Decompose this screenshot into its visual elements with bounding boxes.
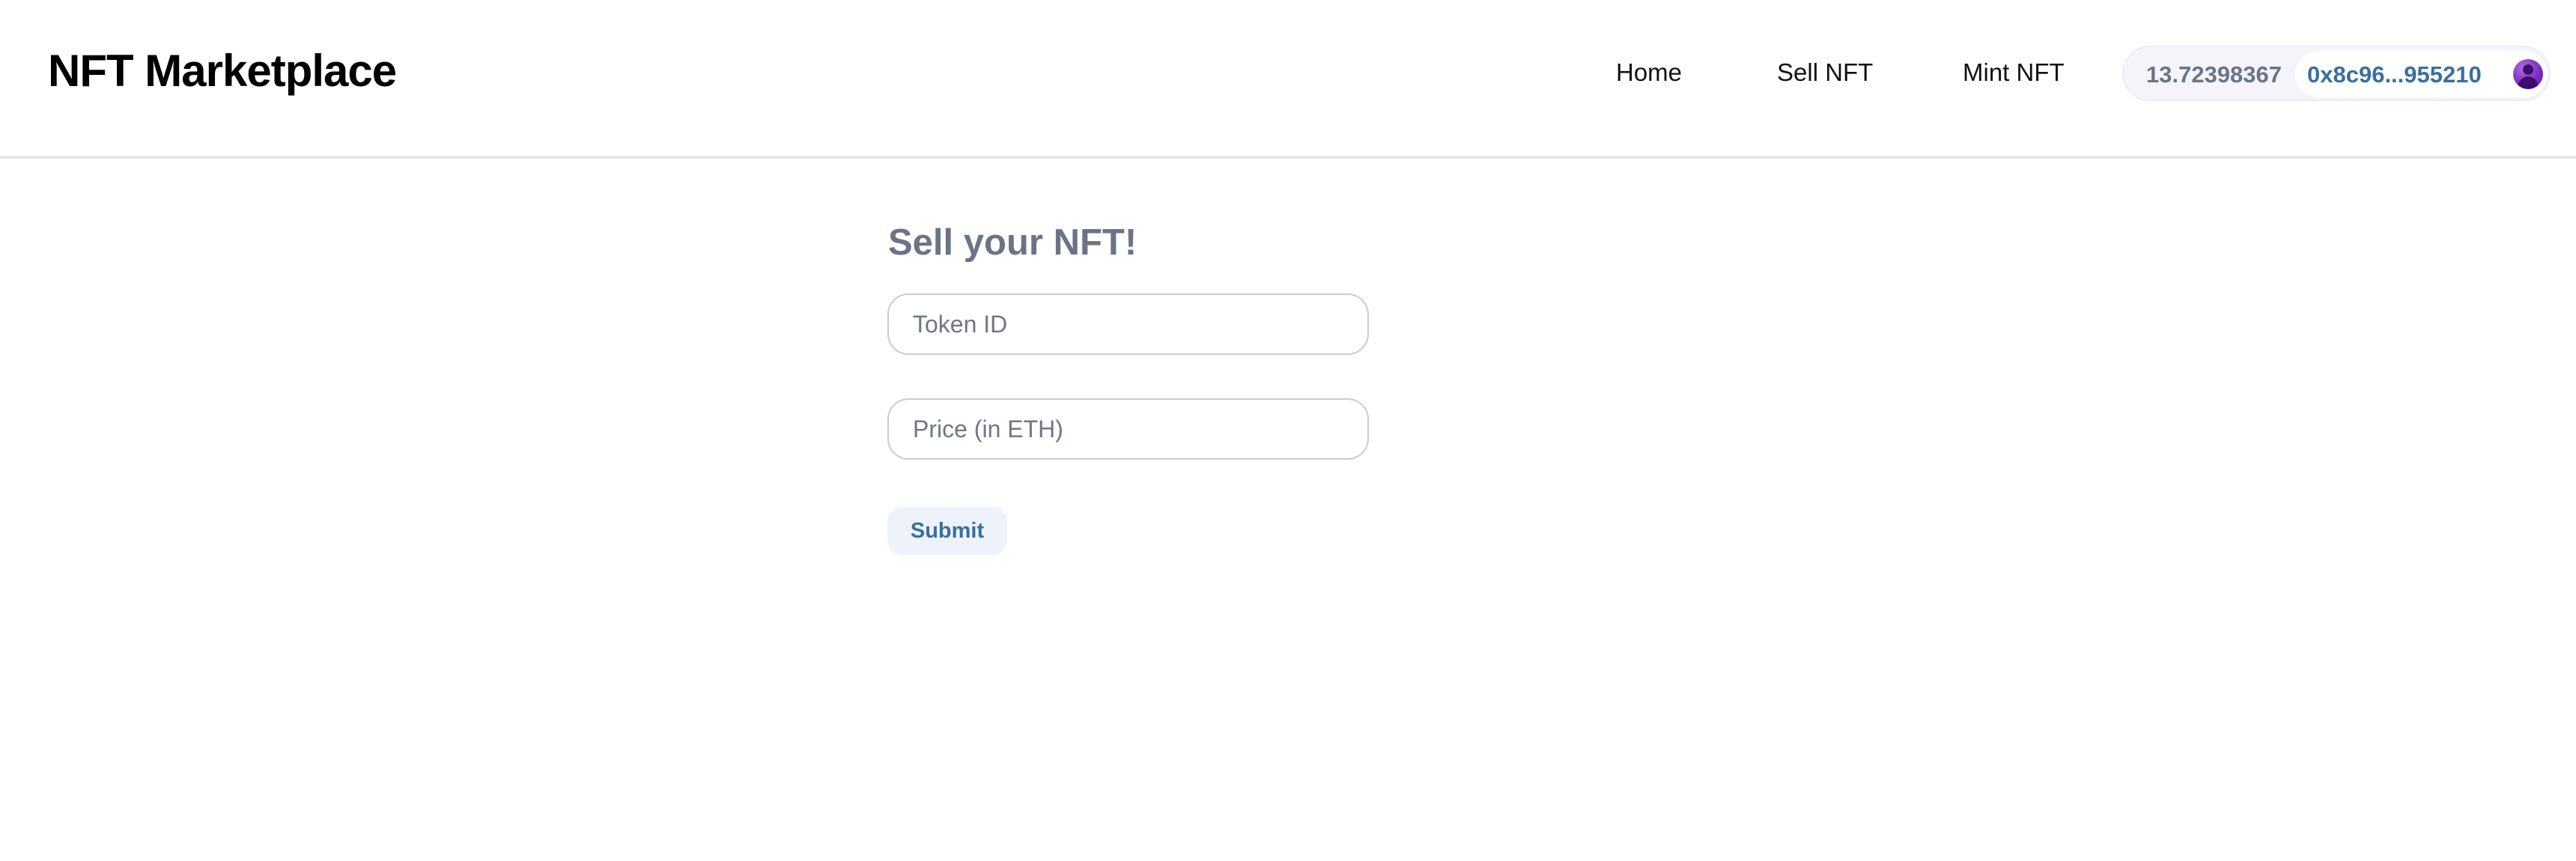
submit-button[interactable]: Submit <box>887 507 1007 555</box>
avatar-body-shape <box>2518 76 2538 89</box>
nav-home-link[interactable]: Home <box>1616 58 1682 87</box>
user-avatar-icon <box>2513 59 2543 89</box>
wallet-account-chip[interactable]: 0x8c96...955210 <box>2295 51 2547 97</box>
price-eth-input[interactable] <box>887 398 1369 460</box>
token-id-input[interactable] <box>887 293 1369 355</box>
wallet-balance: 13.72398367 <box>2146 61 2282 88</box>
form-title: Sell your NFT! <box>888 222 1137 263</box>
nav-mint-nft-link[interactable]: Mint NFT <box>1963 58 2065 87</box>
wallet-address: 0x8c96...955210 <box>2307 61 2482 88</box>
avatar-head-shape <box>2523 64 2533 75</box>
nav-sell-nft-link[interactable]: Sell NFT <box>1777 58 1873 87</box>
app-logo-title[interactable]: NFT Marketplace <box>48 45 397 97</box>
wallet-connect-button[interactable]: 13.72398367 0x8c96...955210 <box>2122 46 2551 101</box>
top-navbar: NFT Marketplace Home Sell NFT Mint NFT 1… <box>0 0 2576 159</box>
